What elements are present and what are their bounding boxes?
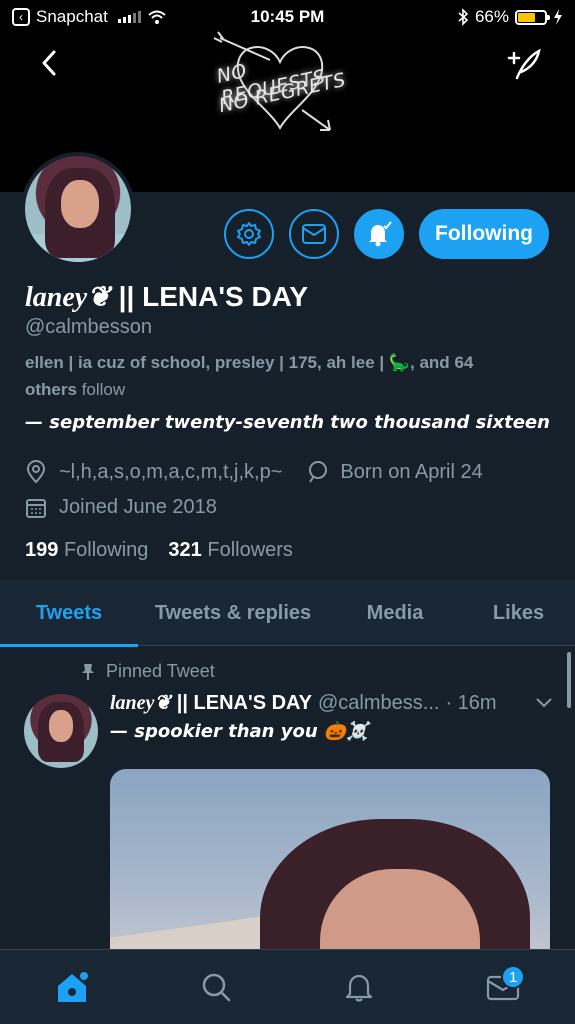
tweet-author-script: laney❦ (110, 692, 172, 714)
tweet-avatar[interactable] (24, 694, 98, 768)
bell-check-icon (369, 221, 392, 247)
messages-badge: 1 (501, 965, 526, 989)
profile-actions: Following (224, 209, 549, 259)
following-count: 199 (25, 539, 59, 561)
back-app-label[interactable]: Snapchat (36, 7, 108, 27)
following-button[interactable]: Following (419, 209, 549, 259)
compose-tweet-icon[interactable] (507, 48, 541, 80)
tweet-text: — spookier than you 🎃☠️ (110, 721, 369, 742)
tweet-photo[interactable] (110, 769, 550, 969)
wifi-icon (148, 10, 166, 24)
signal-icon (117, 11, 141, 23)
tweet-handle: @calmbess... (318, 692, 440, 714)
followed-by-suffix: follow (81, 380, 126, 399)
back-to-app-icon[interactable]: ‹ (12, 8, 30, 26)
profile-display-name: laney❦ || LENA'S DAY (25, 280, 308, 314)
tab-tweets-replies[interactable]: Tweets & replies (138, 580, 328, 646)
calendar-icon (26, 498, 46, 518)
settings-button[interactable] (224, 209, 274, 259)
neon-sign: NO REQUESTS NO REGRETS (210, 30, 350, 140)
following-label: Following (63, 539, 149, 561)
followed-by-others: others (25, 380, 77, 399)
profile-meta-row-2: Joined June 2018 (25, 496, 217, 519)
bluetooth-icon (458, 8, 469, 26)
scroll-indicator (567, 652, 571, 708)
battery-icon (515, 9, 550, 25)
bottom-navigation: 1 (0, 949, 575, 1024)
profile-location: ~l,h,a,s,o,m,a,c,m,t,j,k,p~ (59, 460, 283, 483)
followers-count: 321 (168, 539, 202, 561)
profile-birthday: Born on April 24 (340, 460, 483, 483)
tweet-time: · 16m (445, 692, 497, 714)
bell-icon (346, 974, 373, 1002)
profile-meta-row-1: ~l,h,a,s,o,m,a,c,m,t,j,k,p~ Born on Apri… (25, 460, 483, 484)
pinned-label-text: Pinned Tweet (106, 661, 215, 681)
tweet-header: laney❦ || LENA'S DAY @calmbess... · 16m (110, 690, 555, 715)
display-name-script: laney❦ (25, 282, 111, 313)
followed-by[interactable]: ellen | ia cuz of school, presley | 175,… (25, 349, 555, 403)
chevron-down-icon[interactable] (535, 697, 553, 709)
charging-icon (554, 9, 562, 25)
status-bar: ‹ Snapchat 10:45 PM 66% (0, 0, 575, 34)
pin-icon (82, 663, 94, 680)
tweet-author-rest: || LENA'S DAY (176, 692, 312, 714)
search-icon (202, 973, 230, 1002)
display-name-rest: || LENA'S DAY (118, 281, 308, 312)
nav-messages[interactable]: 1 (473, 957, 533, 1017)
nav-search[interactable] (186, 957, 246, 1017)
pinned-tweet-label: Pinned Tweet (80, 661, 215, 682)
home-icon (57, 972, 88, 1002)
follow-counts: 199 Following 321 Followers (25, 539, 293, 562)
notifications-button[interactable] (354, 209, 404, 259)
followers-count-link[interactable]: 321 Followers (168, 539, 293, 562)
profile-avatar[interactable] (21, 152, 135, 266)
tab-media[interactable]: Media (328, 580, 462, 646)
location-pin-icon (26, 460, 46, 484)
followed-by-count: 64 (454, 353, 474, 372)
profile-joined: Joined June 2018 (59, 496, 217, 518)
tab-likes[interactable]: Likes (462, 580, 575, 646)
profile-tabs: Tweets Tweets & replies Media Likes (0, 580, 575, 647)
profile-handle: @calmbesson (25, 316, 153, 338)
nav-home[interactable] (42, 957, 102, 1017)
envelope-icon (302, 224, 326, 244)
message-button[interactable] (289, 209, 339, 259)
back-arrow-icon[interactable] (38, 48, 60, 78)
profile-bio: — september twenty-seventh two thousand … (25, 412, 550, 433)
followers-label: Followers (207, 539, 293, 561)
followed-by-names: ellen | ia cuz of school, presley | 175,… (25, 353, 450, 372)
battery-percent: 66% (474, 7, 509, 26)
gear-icon (237, 222, 261, 246)
tab-tweets[interactable]: Tweets (0, 580, 138, 647)
tweet-author[interactable]: laney❦ || LENA'S DAY (110, 690, 312, 715)
balloon-icon (309, 461, 328, 483)
nav-notifications[interactable] (329, 957, 389, 1017)
following-count-link[interactable]: 199 Following (25, 539, 148, 562)
